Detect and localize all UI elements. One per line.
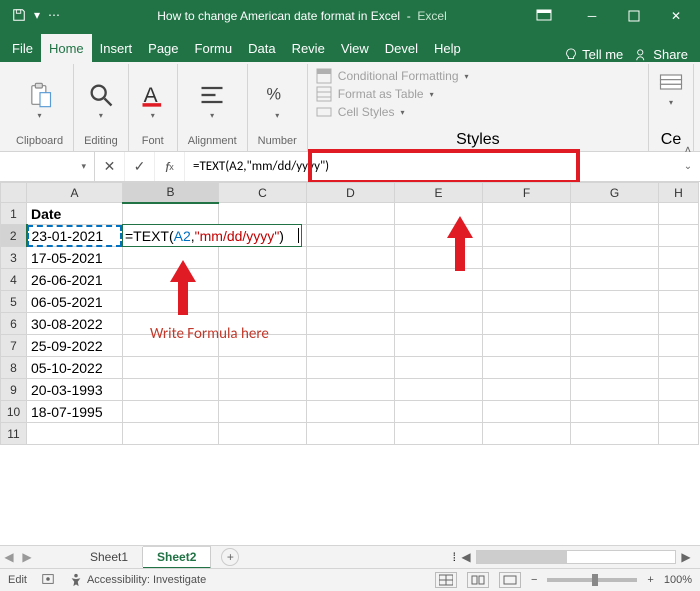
select-all-corner[interactable]	[1, 183, 27, 203]
tab-file[interactable]: File	[4, 34, 41, 62]
tab-review[interactable]: Revie	[284, 34, 333, 62]
add-sheet-button[interactable]: +	[221, 548, 239, 566]
share-button[interactable]: Share	[635, 47, 688, 62]
row-header[interactable]: 9	[1, 379, 27, 401]
cell[interactable]: 30-08-2022	[27, 313, 123, 335]
row-header[interactable]: 10	[1, 401, 27, 423]
minimize-button[interactable]: ─	[572, 2, 612, 30]
find-button[interactable]: ▾	[87, 81, 115, 120]
col-header-H[interactable]: H	[659, 183, 699, 203]
cell[interactable]: 26-06-2021	[27, 269, 123, 291]
sheet-tab[interactable]: Sheet2	[143, 546, 211, 569]
ribbon-display-icon[interactable]	[536, 9, 552, 24]
zoom-slider[interactable]	[547, 578, 637, 582]
sheet-nav-prev[interactable]: ◀	[0, 550, 18, 564]
group-editing: ▾ Editing	[74, 64, 129, 151]
sheet-nav-next[interactable]: ▶	[18, 550, 36, 564]
tab-home[interactable]: Home	[41, 34, 92, 62]
tab-data[interactable]: Data	[240, 34, 283, 62]
title-bar: ▾ ⋯ How to change American date format i…	[0, 0, 700, 32]
group-clipboard: ▾ Clipboard	[6, 64, 74, 151]
col-header-F[interactable]: F	[483, 183, 571, 203]
cells-button[interactable]: ▾	[657, 68, 685, 107]
col-header-E[interactable]: E	[395, 183, 483, 203]
zoom-out-button[interactable]: −	[531, 574, 537, 586]
view-page-break-icon[interactable]	[499, 572, 521, 588]
save-icon[interactable]: ▾	[34, 8, 40, 25]
group-font: A ▾ Font	[129, 64, 178, 151]
close-button[interactable]: ✕	[656, 2, 696, 30]
tab-help[interactable]: Help	[426, 34, 469, 62]
group-alignment: ▾ Alignment	[178, 64, 248, 151]
col-header-C[interactable]: C	[219, 183, 307, 203]
zoom-in-button[interactable]: +	[647, 574, 653, 586]
group-styles: Conditional Formatting ▾ Format as Table…	[308, 64, 649, 151]
cell[interactable]: 23-01-2021	[27, 225, 123, 247]
macro-record-icon[interactable]	[41, 572, 55, 589]
format-as-table[interactable]: Format as Table ▾	[316, 86, 640, 102]
cell-styles[interactable]: Cell Styles ▾	[316, 104, 640, 120]
quick-access-more-icon[interactable]: ⋯	[48, 8, 60, 25]
row-header[interactable]: 1	[1, 203, 27, 225]
cell[interactable]: 25-09-2022	[27, 335, 123, 357]
ribbon-tabs: File Home Insert Page Formu Data Revie V…	[0, 32, 700, 62]
row-header[interactable]: 2	[1, 225, 27, 247]
row-header[interactable]: 11	[1, 423, 27, 445]
tab-view[interactable]: View	[333, 34, 377, 62]
cell[interactable]: Date	[27, 203, 123, 225]
alignment-button[interactable]: ▾	[198, 81, 226, 120]
tab-page[interactable]: Page	[140, 34, 186, 62]
number-button[interactable]: % ▾	[263, 81, 291, 120]
formula-input[interactable]: =TEXT(A2,"mm/dd/yyyy")	[185, 159, 676, 174]
row-header[interactable]: 8	[1, 357, 27, 379]
cell-editor[interactable]: =TEXT(A2,"mm/dd/yyyy")	[122, 224, 302, 247]
mode-indicator: Edit	[8, 574, 27, 586]
tell-me[interactable]: Tell me	[564, 47, 623, 62]
conditional-formatting[interactable]: Conditional Formatting ▾	[316, 68, 640, 84]
ribbon: ▾ Clipboard ▾ Editing A ▾ Font ▾	[0, 62, 700, 152]
name-box[interactable]: ▾	[0, 152, 95, 181]
view-page-layout-icon[interactable]	[467, 572, 489, 588]
cell[interactable]: 05-10-2022	[27, 357, 123, 379]
cell[interactable]: 18-07-1995	[27, 401, 123, 423]
row-header[interactable]: 6	[1, 313, 27, 335]
status-bar: Edit Accessibility: Investigate − + 100%	[0, 568, 700, 591]
row-header[interactable]: 4	[1, 269, 27, 291]
cell[interactable]: 17-05-2021	[27, 247, 123, 269]
expand-formula-bar-icon[interactable]: ⌄	[676, 161, 700, 172]
worksheet-grid[interactable]: A B C D E F G H 1Date 223-01-2021 317-05…	[0, 182, 700, 492]
row-header[interactable]: 5	[1, 291, 27, 313]
cell[interactable]: 20-03-1993	[27, 379, 123, 401]
col-header-B[interactable]: B	[123, 183, 219, 203]
insert-function-icon[interactable]: fx	[155, 152, 185, 181]
view-normal-icon[interactable]	[435, 572, 457, 588]
cell[interactable]: 06-05-2021	[27, 291, 123, 313]
col-header-A[interactable]: A	[27, 183, 123, 203]
tab-insert[interactable]: Insert	[92, 34, 141, 62]
autosave-icon[interactable]	[12, 8, 26, 25]
tab-developer[interactable]: Devel	[377, 34, 426, 62]
row-header[interactable]: 3	[1, 247, 27, 269]
zoom-level[interactable]: 100%	[664, 574, 692, 586]
font-button[interactable]: A ▾	[139, 81, 167, 120]
horizontal-scrollbar[interactable]: ⁞ ◀ ▶	[453, 550, 700, 564]
sheet-tabs: ◀ ▶ Sheet1 Sheet2 + ⁞ ◀ ▶	[0, 545, 700, 568]
cancel-formula-icon[interactable]: ✕	[95, 152, 125, 181]
formula-bar: ▾ ✕ ✓ fx =TEXT(A2,"mm/dd/yyyy") ⌄	[0, 152, 700, 182]
row-header[interactable]: 7	[1, 335, 27, 357]
window-title: How to change American date format in Ex…	[68, 9, 536, 23]
svg-text:%: %	[267, 86, 282, 104]
maximize-button[interactable]	[614, 2, 654, 30]
sheet-tab[interactable]: Sheet1	[76, 547, 143, 567]
col-header-G[interactable]: G	[571, 183, 659, 203]
col-header-D[interactable]: D	[307, 183, 395, 203]
paste-button[interactable]: ▾	[26, 81, 54, 120]
tab-formulas[interactable]: Formu	[187, 34, 241, 62]
accessibility-status[interactable]: Accessibility: Investigate	[69, 573, 206, 587]
group-cells: ▾ Ce	[649, 64, 694, 151]
group-number: % ▾ Number	[248, 64, 308, 151]
enter-formula-icon[interactable]: ✓	[125, 152, 155, 181]
